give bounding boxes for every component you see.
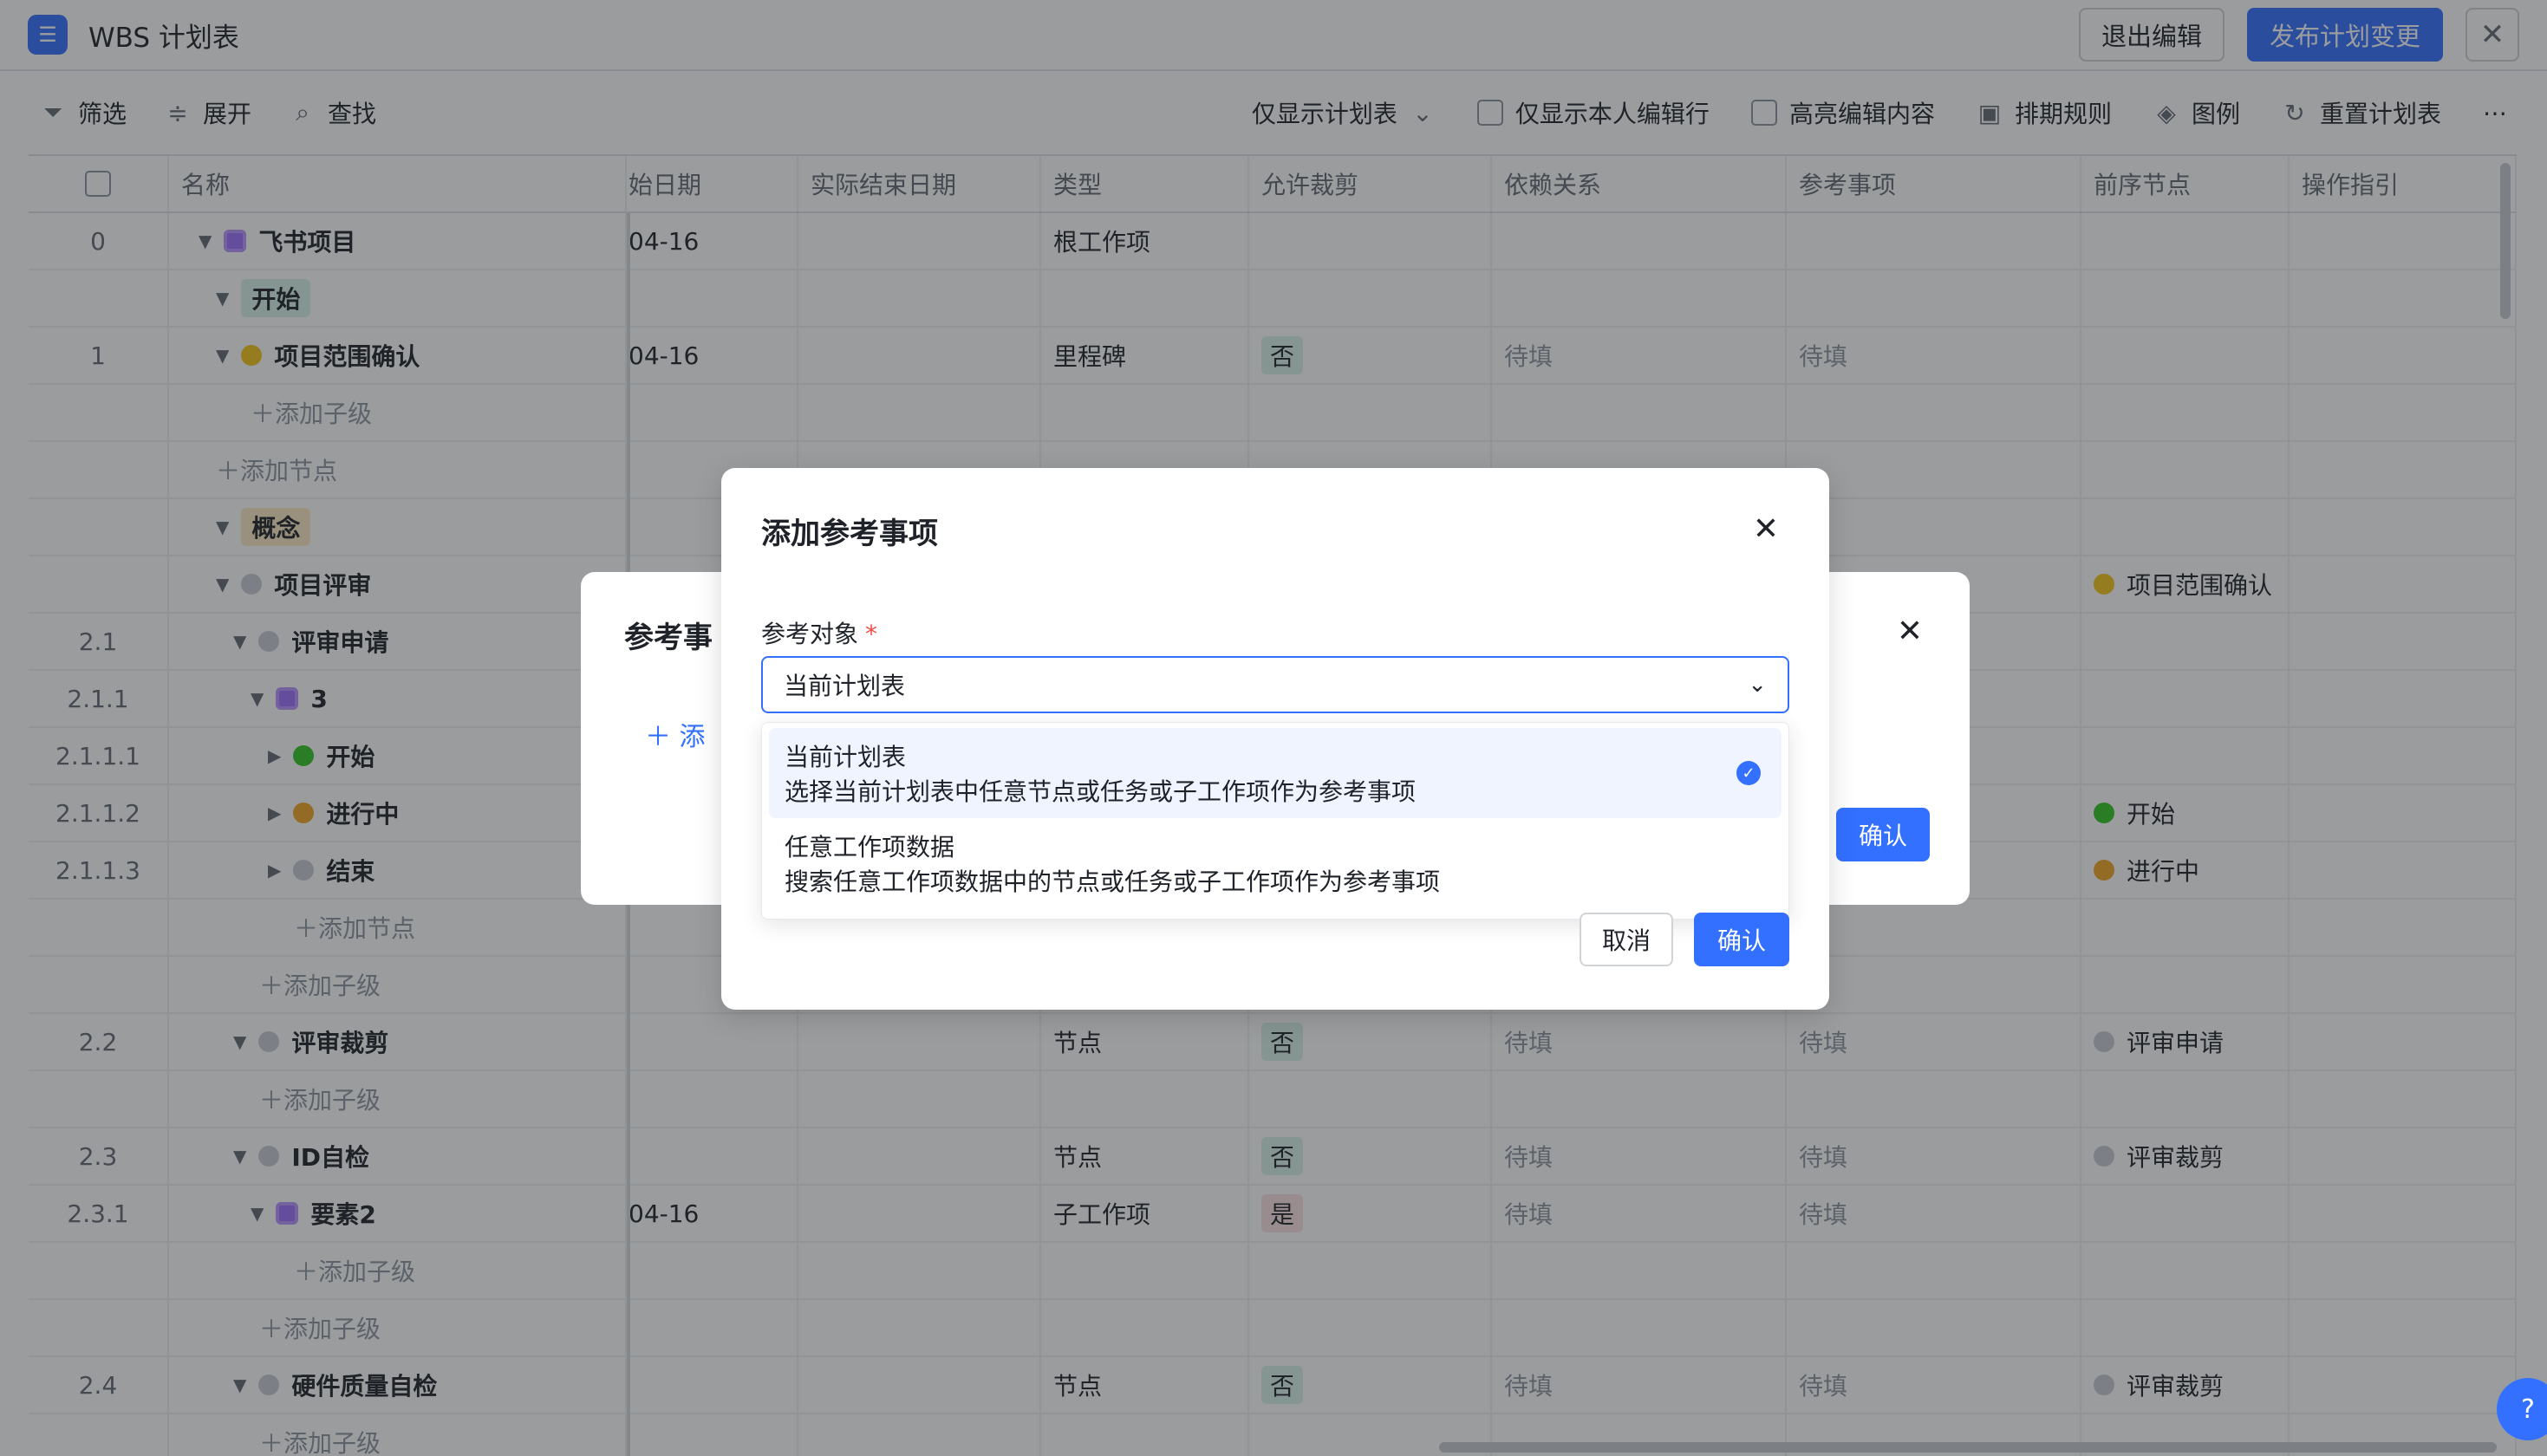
check-icon: ✓ xyxy=(1736,761,1761,785)
select-dropdown: 当前计划表 选择当前计划表中任意节点或任务或子工作项作为参考事项 ✓ 任意工作项… xyxy=(761,722,1789,920)
select-value: 当前计划表 xyxy=(784,672,906,700)
required-mark: * xyxy=(865,620,878,648)
add-reference-dialog: 添加参考事项 ✕ 参考对象 * 当前计划表 ⌄ 当前计划表 选择当前计划表中任意节… xyxy=(721,468,1829,1010)
option-description: 搜索任意工作项数据中的节点或任务或子工作项作为参考事项 xyxy=(785,868,1441,896)
add-reference-label: 添 xyxy=(679,722,706,752)
dialog-title: 添加参考事项 xyxy=(761,517,938,551)
option-any-work-item[interactable]: 任意工作项数据 搜索任意工作项数据中的节点或任务或子工作项作为参考事项 xyxy=(769,818,1782,908)
option-description: 选择当前计划表中任意节点或任务或子工作项作为参考事项 xyxy=(785,777,1417,806)
close-icon[interactable]: ✕ xyxy=(1897,614,1923,649)
reference-target-select[interactable]: 当前计划表 ⌄ xyxy=(761,656,1789,713)
add-reference-link[interactable]: ＋ 添 xyxy=(645,715,706,753)
option-title: 任意工作项数据 xyxy=(785,833,955,861)
close-icon[interactable]: ✕ xyxy=(1753,511,1779,547)
back-confirm-button[interactable]: 确认 xyxy=(1836,808,1930,861)
option-current-plan[interactable]: 当前计划表 选择当前计划表中任意节点或任务或子工作项作为参考事项 ✓ xyxy=(769,728,1782,818)
reference-dialog-title: 参考事 xyxy=(624,621,713,655)
cancel-button[interactable]: 取消 xyxy=(1580,913,1673,966)
app-root: ☰ WBS 计划表 退出编辑 发布计划变更 ✕ ⏷ 筛选 ≑ 展开 ⌕ 查找 仅… xyxy=(0,0,2547,1456)
field-label: 参考对象 * xyxy=(761,615,877,650)
field-label-text: 参考对象 xyxy=(761,620,859,648)
chevron-down-icon: ⌄ xyxy=(1748,672,1767,698)
option-title: 当前计划表 xyxy=(785,743,907,771)
confirm-button[interactable]: 确认 xyxy=(1694,913,1789,966)
